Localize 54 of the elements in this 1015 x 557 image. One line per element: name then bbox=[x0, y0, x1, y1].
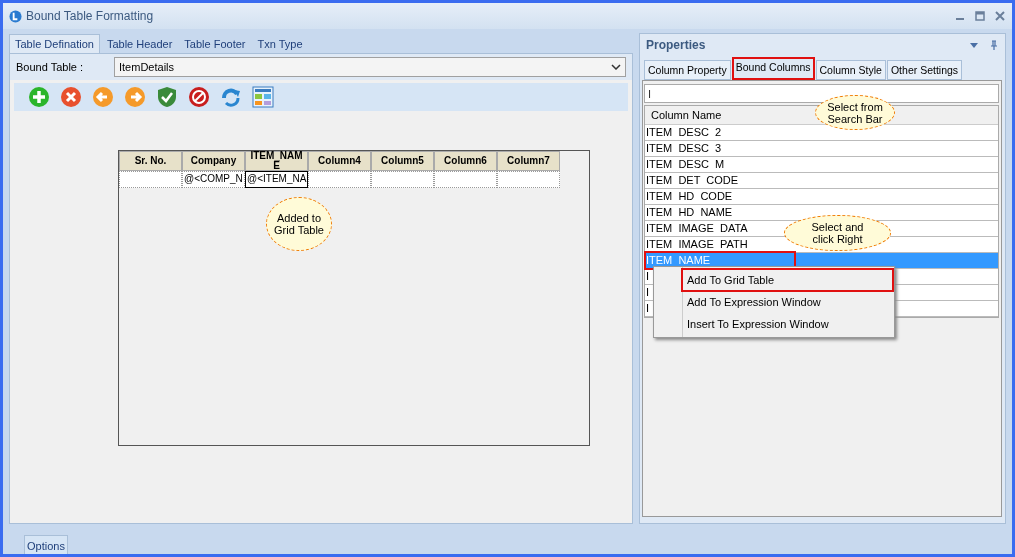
tab[interactable]: Table Defination bbox=[9, 34, 100, 53]
tab[interactable]: Column Property bbox=[644, 60, 731, 80]
menu-item[interactable]: Add To Grid Table bbox=[682, 269, 893, 291]
chevron-down-icon[interactable] bbox=[611, 64, 621, 70]
column-header[interactable]: Column7 bbox=[497, 151, 560, 171]
table-cell[interactable]: @<ITEM_NA bbox=[245, 171, 308, 188]
list-item[interactable]: ITEM HD NAME bbox=[646, 205, 733, 220]
menu-item[interactable]: Add To Expression Window bbox=[654, 291, 894, 313]
tab[interactable]: Column Style bbox=[815, 60, 886, 80]
list-item[interactable]: ITEM DET CODE bbox=[646, 173, 739, 188]
layout-icon[interactable] bbox=[252, 86, 274, 108]
refresh-icon[interactable] bbox=[220, 86, 242, 108]
add-icon[interactable] bbox=[28, 86, 50, 108]
table-cell[interactable] bbox=[308, 171, 371, 188]
dropdown-icon[interactable] bbox=[969, 40, 979, 50]
table-cell[interactable] bbox=[434, 171, 497, 188]
stop-icon[interactable] bbox=[188, 86, 210, 108]
app-logo-icon bbox=[9, 9, 22, 23]
column-header[interactable]: ITEM_NAME bbox=[245, 151, 308, 171]
pin-icon[interactable] bbox=[989, 40, 999, 50]
column-header[interactable]: Sr. No. bbox=[119, 151, 182, 171]
table-cell[interactable] bbox=[497, 171, 560, 188]
panel-title: Properties bbox=[646, 38, 706, 52]
list-item[interactable]: ITEM HD CODE bbox=[646, 189, 733, 204]
delete-icon[interactable] bbox=[60, 86, 82, 108]
menu-item[interactable]: Insert To Expression Window bbox=[654, 313, 894, 335]
column-header[interactable]: Column6 bbox=[434, 151, 497, 171]
list-item[interactable]: ITEM DESC 2 bbox=[646, 125, 722, 140]
table-cell[interactable]: @<COMP_N bbox=[182, 171, 245, 188]
close-icon[interactable] bbox=[994, 10, 1006, 22]
list-item[interactable]: I bbox=[646, 269, 650, 284]
list-item[interactable]: I bbox=[646, 285, 650, 300]
bound-table-dropdown[interactable]: ItemDetails bbox=[114, 57, 626, 77]
table-cell[interactable] bbox=[119, 171, 182, 188]
search-field[interactable]: I bbox=[644, 84, 999, 103]
shield-check-icon[interactable] bbox=[156, 86, 178, 108]
list-item[interactable]: ITEM DESC M bbox=[646, 157, 725, 172]
bound-table-label: Bound Table : bbox=[15, 61, 85, 73]
column-header[interactable]: Column5 bbox=[371, 151, 434, 171]
table-cell[interactable] bbox=[371, 171, 434, 188]
column-header[interactable]: Column4 bbox=[308, 151, 371, 171]
column-header[interactable]: Company bbox=[182, 151, 245, 171]
tab[interactable]: Other Settings bbox=[886, 60, 963, 80]
tab[interactable]: Options bbox=[24, 535, 68, 554]
list-item[interactable]: ITEM IMAGE PATH bbox=[646, 237, 748, 252]
list-item[interactable]: ITEM IMAGE DATA bbox=[646, 221, 748, 236]
list-item[interactable]: ITEM DESC 3 bbox=[646, 141, 722, 156]
tab[interactable]: Table Header bbox=[101, 35, 178, 53]
maximize-icon[interactable] bbox=[974, 10, 986, 22]
tab[interactable]: Bound Columns bbox=[731, 57, 815, 80]
list-item[interactable]: I bbox=[646, 301, 650, 316]
window-title: Bound Table Formatting bbox=[26, 9, 154, 23]
tab[interactable]: Table Footer bbox=[179, 35, 251, 53]
tab[interactable]: Txn Type bbox=[252, 35, 308, 53]
